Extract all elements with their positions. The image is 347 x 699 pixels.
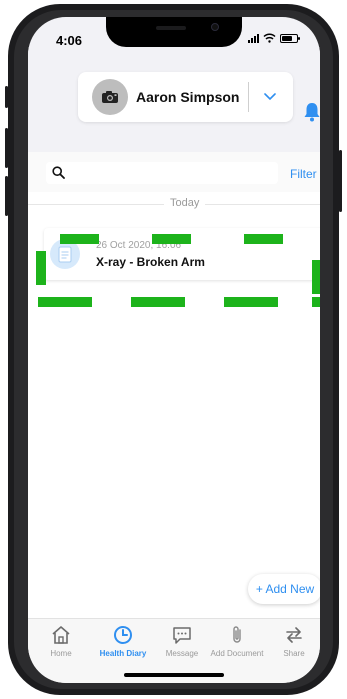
clock-icon bbox=[114, 626, 132, 644]
status-time: 4:06 bbox=[56, 33, 83, 48]
filter-button[interactable]: Filter bbox=[290, 167, 317, 181]
share-arrows-icon bbox=[286, 627, 302, 643]
entry-title: X-ray - Broken Arm bbox=[96, 255, 205, 269]
message-icon bbox=[173, 627, 191, 644]
highlight-dash bbox=[312, 297, 320, 307]
wifi-icon bbox=[263, 33, 276, 43]
highlight-dash bbox=[244, 234, 283, 244]
tab-message[interactable]: Message bbox=[153, 625, 211, 658]
highlight-dash bbox=[152, 234, 191, 244]
status-icons bbox=[248, 33, 300, 43]
search-input[interactable] bbox=[46, 162, 278, 184]
speaker bbox=[156, 26, 186, 30]
tab-label: Share bbox=[283, 649, 305, 658]
bell-icon bbox=[304, 103, 320, 122]
front-camera bbox=[211, 23, 219, 31]
highlight-dash bbox=[312, 260, 320, 294]
profile-switcher[interactable]: Aaron Simpson bbox=[78, 72, 293, 122]
home-indicator bbox=[124, 673, 224, 677]
profile-dropdown-toggle[interactable] bbox=[260, 88, 280, 106]
tab-share[interactable]: Share bbox=[265, 625, 320, 658]
home-icon bbox=[52, 626, 70, 644]
tab-label: Home bbox=[50, 649, 72, 658]
tab-label: Add Document bbox=[210, 649, 264, 658]
highlight-dash bbox=[38, 297, 92, 307]
tab-bar: Home Health Diary Message Add Document S… bbox=[28, 618, 320, 683]
add-new-button[interactable]: + Add New bbox=[248, 574, 320, 604]
tab-label: Health Diary bbox=[99, 649, 147, 658]
tab-health-diary[interactable]: Health Diary bbox=[94, 625, 152, 658]
search-bar: Filter bbox=[28, 152, 320, 192]
highlight-dash bbox=[224, 297, 278, 307]
avatar-camera[interactable] bbox=[92, 79, 128, 115]
camera-icon bbox=[102, 91, 118, 103]
profile-name: Aaron Simpson bbox=[136, 89, 240, 105]
signal-icon bbox=[248, 33, 259, 43]
chevron-down-icon bbox=[264, 93, 276, 101]
search-icon bbox=[52, 166, 65, 179]
header: Aaron Simpson bbox=[28, 47, 320, 152]
side-button-right bbox=[339, 150, 342, 212]
notch bbox=[106, 17, 242, 47]
highlight-dash bbox=[60, 234, 99, 244]
tab-add-document[interactable]: Add Document bbox=[208, 625, 266, 658]
battery-icon bbox=[280, 33, 300, 43]
phone-screen: 4:06 Aaron Simpson Filter Today 26 Oct 2… bbox=[28, 17, 320, 683]
profile-divider bbox=[248, 82, 249, 112]
paperclip-icon bbox=[233, 626, 241, 643]
highlight-dash bbox=[131, 297, 185, 307]
highlight-dash bbox=[36, 251, 46, 285]
tab-label: Message bbox=[165, 649, 199, 658]
notifications-button[interactable] bbox=[303, 102, 320, 127]
tab-home[interactable]: Home bbox=[32, 625, 90, 658]
health-diary-list: Today 26 Oct 2020, 16:06 X-ray - Broken … bbox=[28, 192, 320, 618]
date-section-label: Today bbox=[164, 195, 206, 211]
